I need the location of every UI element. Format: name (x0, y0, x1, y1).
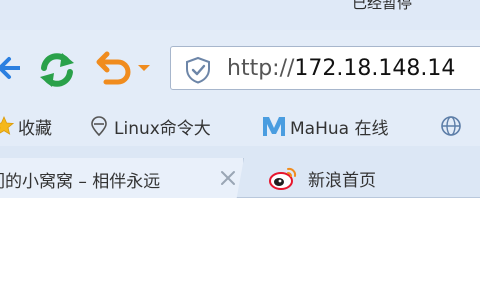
tab-active[interactable]: 们的小窝窝 – 相伴永远 (0, 158, 244, 198)
tab-label: 们的小窝窝 – 相伴永远 (0, 172, 161, 192)
window-title-fragment: 已经暂停 (352, 0, 413, 12)
page-content[interactable] (0, 198, 480, 300)
refresh-icon[interactable] (36, 50, 78, 90)
bookmark-label: 收藏 (18, 118, 52, 139)
shield-icon[interactable] (185, 56, 211, 84)
bookmark-globe[interactable] (440, 106, 466, 146)
undo-icon[interactable] (92, 50, 136, 86)
address-bar[interactable]: http://172.18.148.14 (170, 46, 480, 90)
url-text[interactable]: http://172.18.148.14 (227, 55, 455, 83)
url-host: 172.18.148.14 (294, 56, 456, 81)
bookmark-label: MaHua 在线 (290, 118, 389, 139)
bookmark-label: Linux命令大 (114, 118, 211, 139)
star-icon (0, 116, 14, 135)
back-arrow-icon[interactable] (0, 50, 20, 86)
chevron-down-icon[interactable] (136, 60, 152, 76)
url-protocol: http:// (227, 56, 295, 81)
tab-sina[interactable]: 新浪首页 (268, 158, 376, 198)
mahua-logo-icon (263, 117, 285, 136)
title-bar: 已经暂停 (0, 0, 480, 30)
bookmarks-bar: 收藏 Linux命令大 MaHua 在线 (0, 106, 480, 146)
tab-strip: 们的小窝窝 – 相伴永远 新浪首页 (0, 146, 480, 198)
bookmark-mahua[interactable]: MaHua 在线 (262, 106, 388, 146)
bookmark-favorites[interactable]: 收藏 (0, 106, 52, 146)
weibo-icon (269, 167, 297, 190)
bookmark-linux[interactable]: Linux命令大 (88, 106, 211, 146)
globe-icon (441, 116, 461, 136)
close-icon[interactable] (218, 168, 238, 188)
tab-label: 新浪首页 (308, 170, 376, 191)
bookmark-icon (91, 116, 107, 137)
navigation-toolbar: http://172.18.148.14 (0, 30, 480, 106)
